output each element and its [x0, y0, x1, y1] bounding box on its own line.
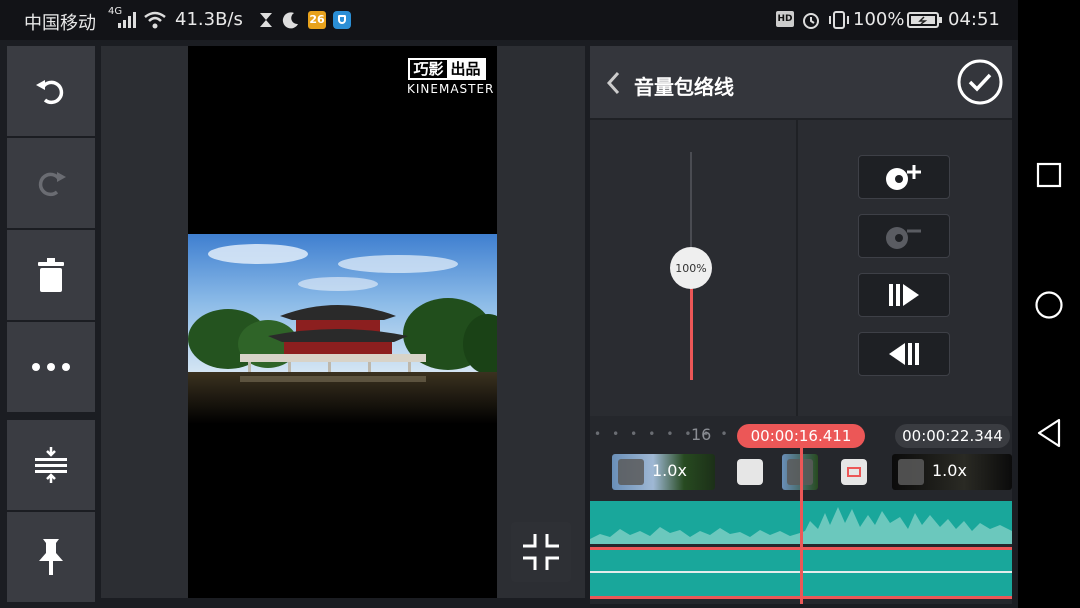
timeline-ruler: ••••••••: [594, 427, 739, 441]
volume-slider-knob[interactable]: 100%: [670, 247, 712, 289]
more-icon: [32, 363, 70, 371]
film-icon: [898, 459, 924, 485]
preview-photo: [188, 234, 497, 424]
total-duration: 00:00:22.344: [895, 424, 1010, 448]
back-chevron-icon[interactable]: [604, 70, 622, 96]
next-keyframe-icon: [889, 284, 919, 306]
previous-keyframe-button[interactable]: [858, 332, 950, 376]
undo-icon: [36, 80, 64, 105]
battery-percent: 100%: [853, 9, 905, 30]
collapse-icon: [523, 534, 559, 570]
film-icon: [618, 459, 644, 485]
clip-speed: 1.0x: [932, 461, 967, 480]
redo-icon: [38, 172, 66, 197]
more-button[interactable]: [7, 322, 95, 412]
panel-divider-vertical: [796, 118, 798, 416]
delete-button[interactable]: [7, 230, 95, 320]
watermark-text: KINEMASTER: [407, 82, 495, 96]
split-icon: [35, 447, 67, 483]
video-clip[interactable]: 1.0x: [612, 454, 715, 490]
alarm-icon: [803, 13, 819, 29]
delete-icon: [38, 258, 64, 292]
collapse-button[interactable]: [511, 522, 571, 582]
previous-keyframe-icon: [889, 343, 919, 365]
watermark-left: 巧影: [413, 60, 444, 78]
hourglass-icon: [260, 13, 272, 27]
playhead[interactable]: [800, 448, 803, 604]
wifi-icon: [144, 11, 166, 29]
network-speed: 41.3B/s: [175, 9, 243, 30]
watermark-right: 出品: [447, 60, 484, 78]
battery-icon: [907, 12, 942, 28]
clock: 04:51: [948, 9, 1000, 30]
watermark-logo: 巧影 出品: [408, 58, 486, 80]
carrier-label: 中国移动: [24, 13, 96, 34]
video-clip[interactable]: 1.0x: [892, 454, 1012, 490]
pin-button[interactable]: [7, 512, 95, 602]
split-button[interactable]: [7, 420, 95, 510]
add-keyframe-button[interactable]: [858, 155, 950, 199]
redo-button[interactable]: [7, 138, 95, 228]
signal-icon: [118, 12, 136, 28]
status-bar: 中国移动 4G 41.3B/s 26 HD 100% 04:51: [0, 0, 1080, 40]
ruler-tick-label: 16: [691, 425, 712, 444]
calendar-badge-icon: 26: [308, 11, 326, 29]
remove-keyframe-icon: [886, 227, 921, 249]
back-icon[interactable]: [1036, 418, 1062, 448]
transition-button[interactable]: [737, 459, 763, 485]
undo-button[interactable]: [7, 46, 95, 136]
transition-button[interactable]: [841, 459, 867, 485]
recent-apps-icon[interactable]: [1036, 162, 1062, 188]
current-time: 00:00:16.411: [737, 424, 865, 448]
shield-icon: [333, 11, 351, 29]
moon-icon: [282, 12, 298, 29]
confirm-button[interactable]: [956, 58, 1004, 106]
panel-divider: [590, 118, 1012, 120]
next-keyframe-button[interactable]: [858, 273, 950, 317]
remove-keyframe-button[interactable]: [858, 214, 950, 258]
pin-icon: [39, 539, 63, 575]
transition-icon: [847, 467, 861, 477]
clip-speed: 1.0x: [652, 461, 687, 480]
hd-icon: HD: [776, 11, 794, 27]
vibrate-icon: [829, 11, 849, 29]
panel-title: 音量包络线: [634, 75, 734, 99]
home-icon[interactable]: [1034, 290, 1064, 320]
add-keyframe-icon: [886, 165, 921, 190]
